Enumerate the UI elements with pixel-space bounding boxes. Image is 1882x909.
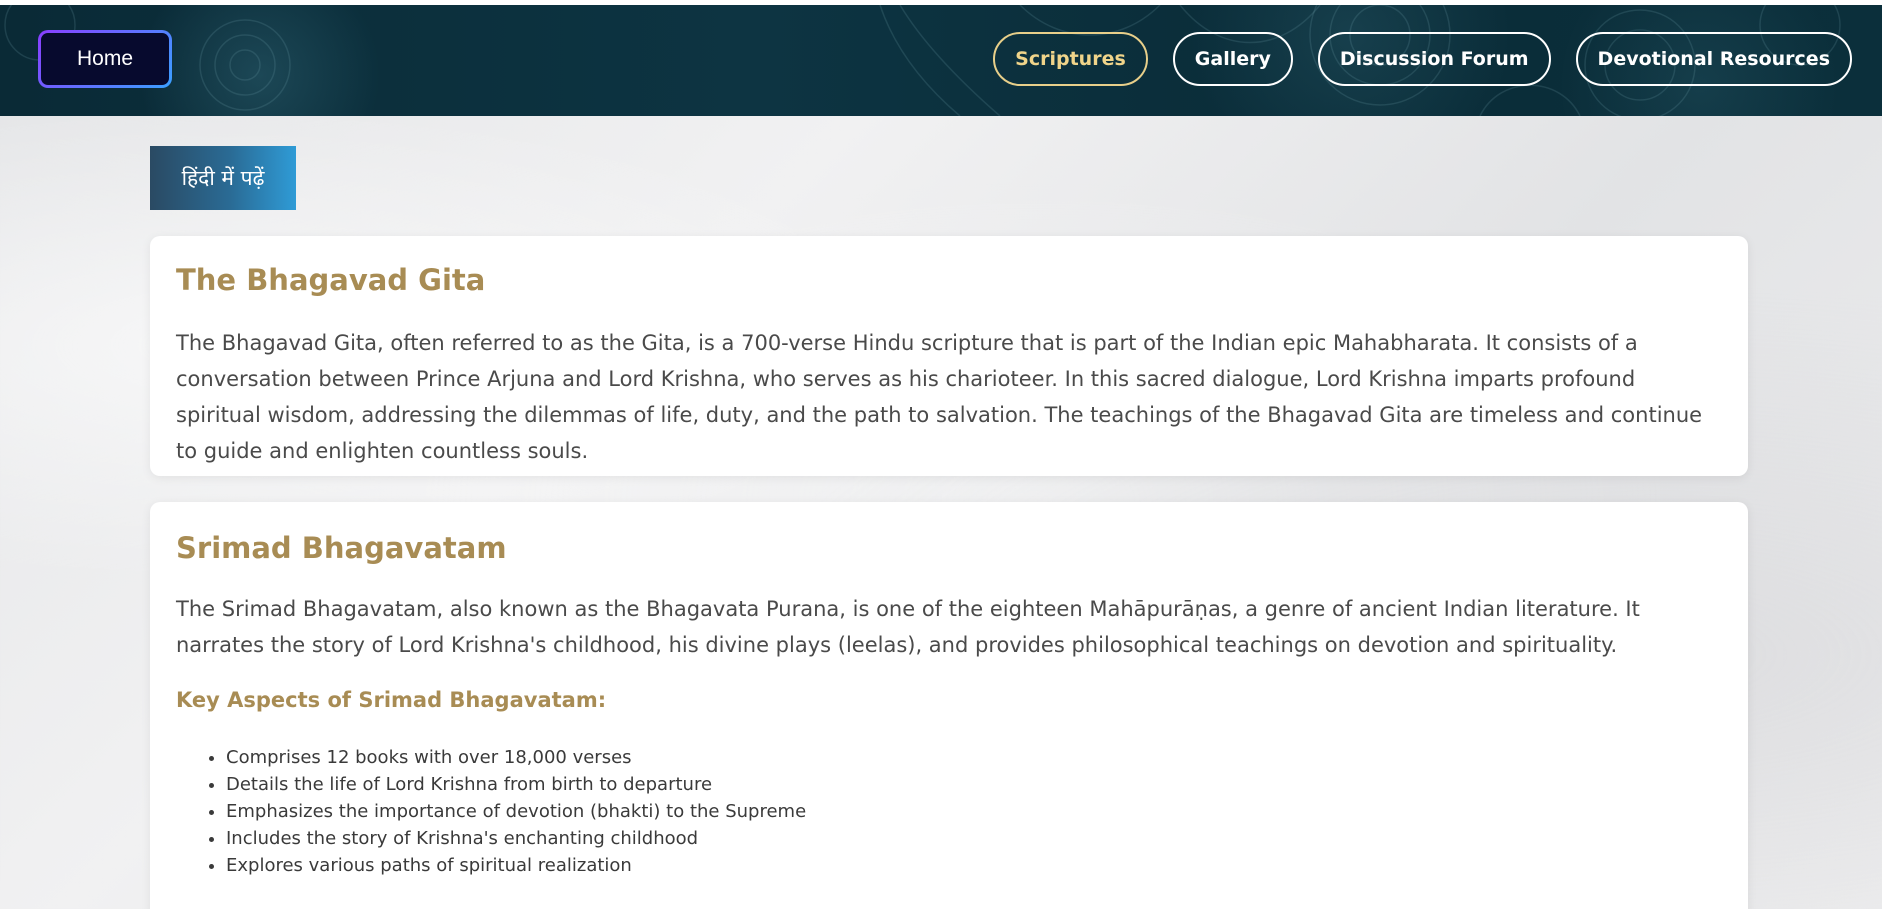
nav-link-discussion-forum[interactable]: Discussion Forum xyxy=(1317,32,1551,86)
key-aspects-heading: Key Aspects of Srimad Bhagavatam: xyxy=(176,688,607,712)
bhagavad-gita-card: The Bhagavad Gita The Bhagavad Gita, oft… xyxy=(150,236,1748,476)
list-item: Explores various paths of spiritual real… xyxy=(226,852,806,879)
nav-links: Scriptures Gallery Discussion Forum Devo… xyxy=(993,32,1852,86)
nav-link-gallery[interactable]: Gallery xyxy=(1172,32,1293,86)
srimad-bhagavatam-card: Srimad Bhagavatam The Srimad Bhagavatam,… xyxy=(150,502,1748,909)
nav-link-scriptures[interactable]: Scriptures xyxy=(993,32,1148,86)
srimad-bhagavatam-description: The Srimad Bhagavatam, also known as the… xyxy=(176,597,1640,657)
list-item: Details the life of Lord Krishna from bi… xyxy=(226,771,806,798)
nav-link-devotional-resources[interactable]: Devotional Resources xyxy=(1575,32,1852,86)
bhagavad-gita-description: The Bhagavad Gita, often referred to as … xyxy=(176,331,1703,463)
key-aspects-list: Comprises 12 books with over 18,000 vers… xyxy=(176,744,806,879)
navbar: Home Scriptures Gallery Discussion Forum… xyxy=(0,5,1882,116)
home-button[interactable]: Home xyxy=(38,30,172,88)
bhagavad-gita-title: The Bhagavad Gita xyxy=(176,263,486,297)
srimad-bhagavatam-title: Srimad Bhagavatam xyxy=(176,531,507,565)
read-in-hindi-button[interactable]: हिंदी में पढ़ें xyxy=(150,146,296,210)
list-item: Emphasizes the importance of devotion (b… xyxy=(226,798,806,825)
list-item: Includes the story of Krishna's enchanti… xyxy=(226,825,806,852)
list-item: Comprises 12 books with over 18,000 vers… xyxy=(226,744,806,771)
